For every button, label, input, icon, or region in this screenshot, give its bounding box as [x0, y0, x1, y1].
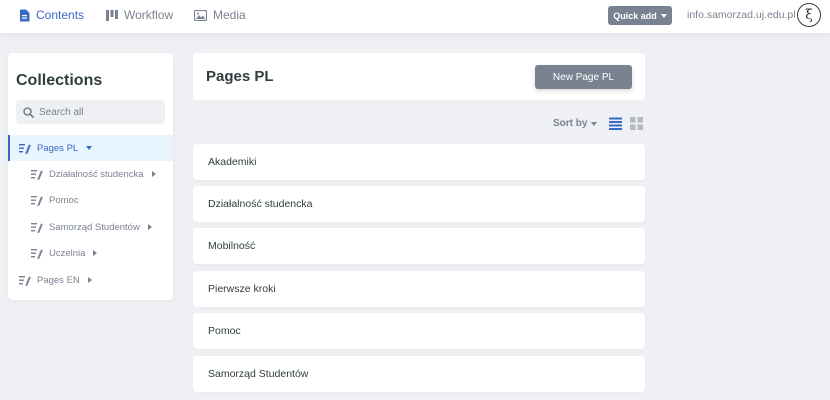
workflow-icon	[106, 9, 118, 21]
nav-contents-label: Contents	[36, 8, 85, 22]
chevron-right-icon	[151, 171, 156, 177]
sidebar-item-label: Pages PL	[37, 142, 79, 154]
avatar-glyph: ξ	[805, 7, 813, 23]
entry-title: Samorząd Studentów	[208, 368, 309, 380]
sidebar-item-pages-en[interactable]: Pages EN	[8, 267, 173, 293]
collection-icon	[31, 195, 43, 206]
sidebar-item-label: Pomoc	[49, 194, 79, 206]
nav-contents[interactable]: Contents	[19, 0, 84, 30]
entry-title: Pierwsze kroki	[208, 283, 276, 295]
sidebar-title: Collections	[16, 72, 103, 89]
new-page-button[interactable]: New Page PL	[535, 65, 632, 89]
chevron-down-icon	[660, 13, 667, 18]
sidebar-item-pomoc[interactable]: Pomoc	[8, 187, 173, 213]
sidebar-item-label: Działalność studencka	[49, 168, 144, 180]
collection-header: Pages PL New Page PL	[193, 53, 645, 100]
collection-icon	[31, 222, 43, 233]
top-bar: Contents Workflow Media Quick add info.s…	[0, 0, 830, 33]
sidebar-item-uczelnia[interactable]: Uczelnia	[8, 240, 173, 266]
list-item[interactable]: Samorząd Studentów	[193, 356, 645, 392]
sidebar-item-label: Samorząd Studentów	[49, 221, 140, 233]
chevron-right-icon	[147, 224, 152, 230]
grid-view-icon[interactable]	[630, 117, 643, 130]
quick-add-label: Quick add	[613, 10, 657, 21]
search-icon	[23, 106, 34, 118]
nav-workflow[interactable]: Workflow	[106, 0, 173, 30]
nav-workflow-label: Workflow	[124, 8, 174, 22]
search-input[interactable]	[39, 106, 159, 118]
sidebar-item-dzialalnosc[interactable]: Działalność studencka	[8, 161, 173, 187]
sidebar-item-pages-pl[interactable]: Pages PL	[8, 135, 173, 161]
collection-icon	[19, 275, 31, 286]
collection-icon	[19, 143, 31, 154]
quick-add-button[interactable]: Quick add	[608, 6, 672, 25]
entry-title: Akademiki	[208, 156, 257, 168]
entry-title: Działalność studencka	[208, 198, 313, 210]
chevron-right-icon	[93, 250, 98, 256]
list-item[interactable]: Akademiki	[193, 144, 645, 180]
entry-title: Mobilność	[208, 240, 256, 252]
nav-media[interactable]: Media	[194, 0, 246, 30]
document-icon	[20, 9, 30, 21]
collection-icon	[31, 169, 43, 180]
collections-sidebar: Collections Pages PL Działalność studenc…	[8, 53, 173, 300]
entry-title: Pomoc	[208, 325, 241, 337]
site-link[interactable]: info.samorzad.uj.edu.pl	[687, 9, 796, 21]
sidebar-item-samorzad[interactable]: Samorząd Studentów	[8, 214, 173, 240]
list-view-icon[interactable]	[609, 117, 622, 130]
avatar[interactable]: ξ	[797, 3, 821, 27]
image-icon	[194, 9, 207, 21]
nav-media-label: Media	[213, 8, 246, 22]
sort-by-label: Sort by	[553, 118, 588, 129]
chevron-right-icon	[87, 277, 92, 283]
sidebar-item-label: Pages EN	[37, 274, 80, 286]
list-item[interactable]: Pierwsze kroki	[193, 271, 645, 307]
chevron-down-icon	[86, 146, 93, 150]
search-box[interactable]	[16, 100, 165, 124]
sidebar-item-label: Uczelnia	[49, 247, 86, 259]
collection-icon	[31, 248, 43, 259]
sort-by-dropdown[interactable]: Sort by	[553, 118, 598, 129]
list-item[interactable]: Mobilność	[193, 228, 645, 264]
list-item[interactable]: Pomoc	[193, 313, 645, 349]
list-item[interactable]: Działalność studencka	[193, 186, 645, 222]
page-title: Pages PL	[206, 68, 274, 85]
chevron-down-icon	[591, 121, 598, 126]
